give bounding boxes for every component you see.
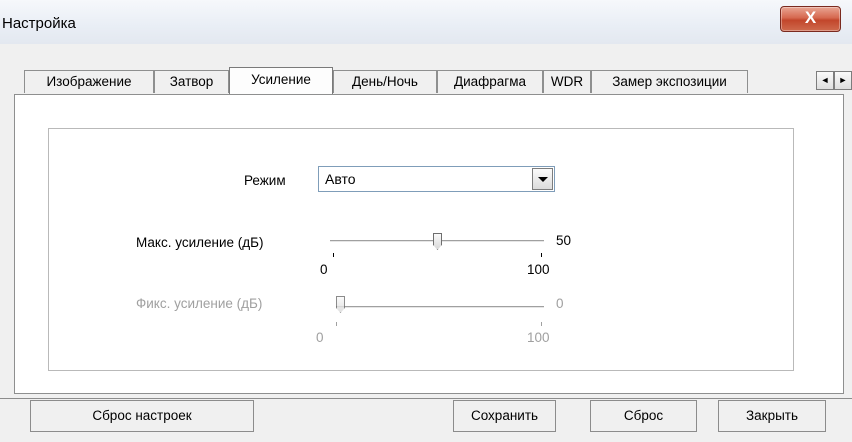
close-window-button[interactable]: X: [780, 6, 841, 32]
tab-scroll-left-icon[interactable]: ◄: [816, 71, 834, 90]
tab-day-night[interactable]: День/Ночь: [333, 70, 437, 93]
chevron-down-icon: [538, 177, 548, 182]
tab-iris[interactable]: Диафрагма: [437, 70, 543, 93]
title-bar: Настройка X: [0, 0, 852, 44]
fixed-gain-label: Фикс. усиление (дБ): [136, 296, 263, 311]
fixed-gain-value: 0: [556, 296, 564, 311]
tab-wdr[interactable]: WDR: [543, 70, 591, 93]
max-gain-min-label: 0: [320, 262, 328, 277]
tab-shutter[interactable]: Затвор: [154, 70, 229, 93]
max-gain-label: Макс. усиление (дБ): [136, 235, 264, 250]
mode-select[interactable]: Авто: [318, 166, 555, 192]
button-bar-divider: [0, 398, 852, 399]
reset-settings-button[interactable]: Сброс настроек: [30, 400, 254, 432]
max-gain-value: 50: [556, 233, 572, 248]
fixed-gain-tick-min: [336, 322, 337, 326]
mode-select-value: Авто: [325, 171, 356, 187]
window-title: Настройка: [2, 15, 76, 32]
tab-image[interactable]: Изображение: [24, 70, 154, 93]
mode-label: Режим: [244, 173, 286, 188]
max-gain-tick-min: [333, 253, 334, 257]
save-button[interactable]: Сохранить: [453, 400, 556, 432]
close-button[interactable]: Закрыть: [718, 400, 826, 432]
fixed-gain-max-label: 100: [527, 330, 550, 345]
max-gain-tick-max: [541, 253, 542, 257]
tab-gain[interactable]: Усиление: [229, 67, 333, 94]
fixed-gain-tick-max: [541, 322, 542, 326]
tab-exposure-metering[interactable]: Замер экспозиции: [591, 70, 748, 93]
fixed-gain-min-label: 0: [316, 330, 324, 345]
tab-scroll-right-icon[interactable]: ►: [834, 71, 852, 90]
fixed-gain-slider-track[interactable]: [336, 306, 544, 309]
mode-dropdown-button[interactable]: [532, 168, 553, 190]
reset-button[interactable]: Сброс: [590, 400, 697, 432]
max-gain-max-label: 100: [527, 262, 550, 277]
